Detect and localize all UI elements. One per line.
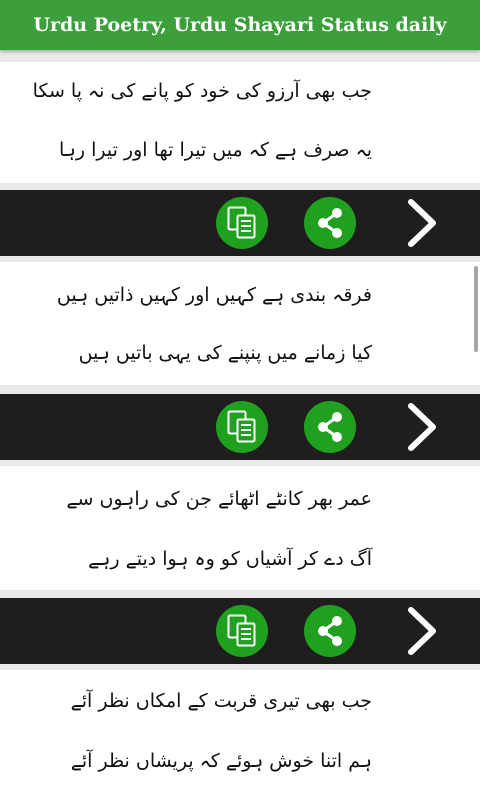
- copy-icon: [227, 206, 256, 239]
- poem-line-1: جب بھی تیری قربت کے امکاں نظر آئے: [70, 690, 372, 712]
- poem-card[interactable]: جب بھی آرزو کی خود کو پانے کی نہ پا سکا …: [0, 62, 480, 183]
- chevron-right-icon: [408, 199, 436, 247]
- app-bar: Urdu Poetry, Urdu Shayari Status daily: [0, 0, 480, 50]
- share-button[interactable]: [304, 605, 356, 657]
- poem-line-1: جب بھی آرزو کی خود کو پانے کی نہ پا سکا: [32, 80, 372, 102]
- app-title: Urdu Poetry, Urdu Shayari Status daily: [33, 14, 447, 36]
- poem-line-2: ہم اتنا خوش ہوئے کہ پریشاں نظر آئے: [70, 750, 372, 772]
- copy-button[interactable]: [216, 197, 268, 249]
- share-button[interactable]: [304, 401, 356, 453]
- poem-line-2: یہ صرف ہے کہ میں تیرا تھا اور تیرا رہا: [58, 139, 372, 161]
- poem-line-1: فرقہ بندی ہے کہیں اور کہیں ذاتیں ہیں: [56, 284, 372, 306]
- chevron-right-icon: [408, 607, 436, 655]
- poem-line-1: عمر بھر کانٹے اٹھائے جن کی راہوں سے: [66, 488, 372, 510]
- chevron-right-icon: [408, 403, 436, 451]
- copy-button[interactable]: [216, 401, 268, 453]
- copy-button[interactable]: [216, 605, 268, 657]
- share-button[interactable]: [304, 197, 356, 249]
- poem-card[interactable]: فرقہ بندی ہے کہیں اور کہیں ذاتیں ہیں کیا…: [0, 262, 480, 385]
- poem-action-bar: [0, 598, 480, 664]
- poem-card[interactable]: جب بھی تیری قربت کے امکاں نظر آئے ہم اتن…: [0, 670, 480, 800]
- poem-line-2: کیا زمانے میں پنپنے کی یہی باتیں ہیں: [78, 342, 372, 364]
- poem-action-bar: [0, 190, 480, 256]
- scrollbar-thumb[interactable]: [474, 266, 478, 352]
- share-icon: [318, 412, 342, 442]
- poem-card[interactable]: عمر بھر کانٹے اٹھائے جن کی راہوں سے آگ د…: [0, 466, 480, 590]
- share-icon: [318, 616, 342, 646]
- poem-line-2: آگ دے کر آشیاں کو وہ ہوا دیتے رہے: [88, 548, 372, 570]
- next-button[interactable]: [398, 400, 446, 454]
- share-icon: [318, 208, 342, 238]
- next-button[interactable]: [398, 196, 446, 250]
- next-button[interactable]: [398, 604, 446, 658]
- copy-icon: [227, 614, 256, 647]
- poem-action-bar: [0, 394, 480, 460]
- copy-icon: [227, 410, 256, 443]
